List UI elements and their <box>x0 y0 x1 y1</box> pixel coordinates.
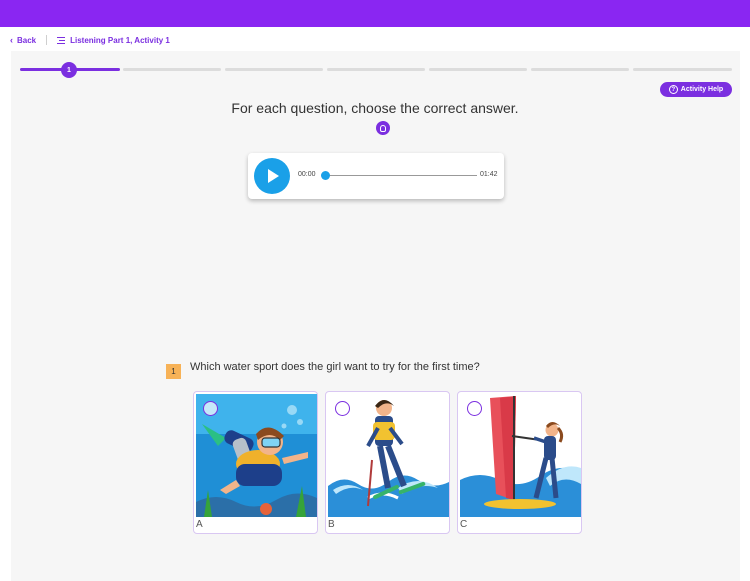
activity-help-button[interactable]: ? Activity Help <box>660 82 732 97</box>
option-letter: A <box>196 519 203 530</box>
option-radio[interactable] <box>203 401 218 416</box>
lightbulb-hint-icon[interactable] <box>376 121 390 135</box>
progress-segment <box>531 68 629 71</box>
play-button[interactable] <box>254 158 290 194</box>
progress-bar <box>20 68 732 72</box>
audio-seek-handle[interactable] <box>321 171 330 180</box>
activity-title[interactable]: Listening Part 1, Activity 1 <box>70 36 170 45</box>
breadcrumb-divider <box>46 35 48 45</box>
progress-segment <box>225 68 323 71</box>
top-bar <box>0 0 750 27</box>
current-time: 00:00 <box>298 171 316 178</box>
option-radio[interactable] <box>335 401 350 416</box>
instruction-text: For each question, choose the correct an… <box>231 100 519 116</box>
progress-segment <box>429 68 527 71</box>
answer-option-b[interactable]: B <box>325 391 450 534</box>
audio-seek-track[interactable] <box>325 175 477 176</box>
duration: 01:42 <box>480 171 498 178</box>
answer-option-a[interactable]: A <box>193 391 318 534</box>
option-radio[interactable] <box>467 401 482 416</box>
progress-segment <box>123 68 221 71</box>
breadcrumb: ‹ Back Listening Part 1, Activity 1 <box>10 34 170 46</box>
progress-segment <box>633 68 732 71</box>
list-icon <box>57 36 66 44</box>
back-link[interactable]: Back <box>17 36 36 45</box>
current-step-indicator[interactable]: 1 <box>61 62 77 78</box>
chevron-left-icon[interactable]: ‹ <box>10 35 13 45</box>
question-number-badge: 1 <box>166 364 181 379</box>
option-letter: B <box>328 519 335 530</box>
question-text: Which water sport does the girl want to … <box>190 361 480 373</box>
audio-player: 00:00 01:42 <box>248 153 504 199</box>
play-icon <box>268 169 279 183</box>
answer-option-c[interactable]: C <box>457 391 582 534</box>
question-mark-icon: ? <box>668 85 678 94</box>
progress-segment <box>327 68 425 71</box>
activity-help-label: Activity Help <box>680 86 724 93</box>
option-letter: C <box>460 519 468 530</box>
